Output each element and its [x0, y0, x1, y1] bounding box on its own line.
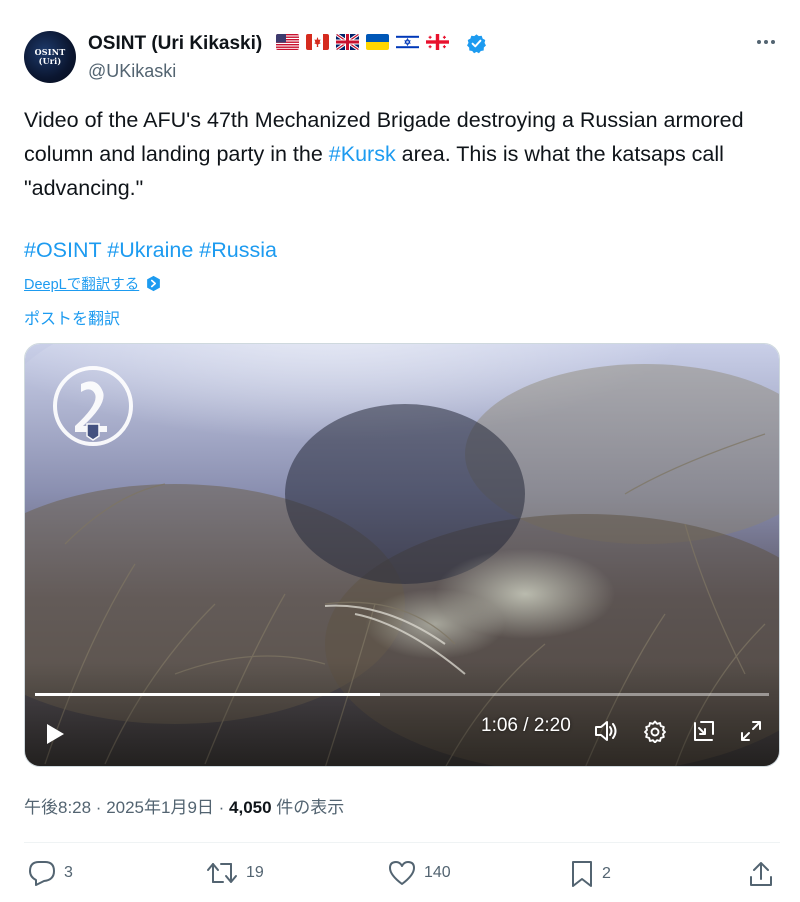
bookmark-button[interactable]: 2 — [570, 860, 611, 888]
reply-count: 3 — [64, 864, 73, 881]
hashtag-kursk-link[interactable]: #Kursk — [329, 142, 396, 166]
deepl-icon — [147, 275, 161, 292]
hashtag-list: #OSINT #Ukraine #Russia — [24, 235, 277, 265]
video-controls: 1:06 / 2:20 — [25, 691, 779, 766]
heart-icon — [389, 861, 415, 885]
hashtag-link[interactable]: #Ukraine — [107, 238, 193, 262]
avatar[interactable]: OSINT (Uri) — [24, 31, 76, 83]
repost-count: 19 — [246, 864, 264, 881]
translate-post-link[interactable]: ポストを翻訳 — [24, 305, 120, 329]
verified-badge-icon — [467, 34, 486, 54]
video-progress-bar[interactable] — [35, 693, 769, 696]
video-progress-fill — [35, 693, 380, 696]
bookmark-count: 2 — [602, 865, 611, 882]
like-button[interactable]: 140 — [388, 860, 451, 886]
reply-button[interactable]: 3 — [28, 860, 73, 886]
like-count: 140 — [424, 864, 451, 881]
deepl-translate-link[interactable]: DeepLで翻訳する — [24, 273, 162, 294]
bookmark-icon — [572, 861, 592, 887]
author-name[interactable]: OSINT (Uri Kikaski) — [88, 33, 262, 55]
reply-icon — [29, 861, 55, 886]
flag-ua-icon — [366, 34, 389, 50]
flag-il-icon — [396, 34, 419, 50]
flag-gb-icon — [336, 34, 359, 50]
hashtag-link[interactable]: #Russia — [199, 238, 277, 262]
repost-button[interactable]: 19 — [206, 860, 264, 886]
volume-icon[interactable] — [593, 719, 619, 743]
video-player[interactable]: 1:06 / 2:20 — [24, 343, 780, 767]
video-time: 1:06 / 2:20 — [481, 715, 571, 736]
view-count-suffix: 件の表示 — [271, 798, 345, 817]
post-timestamp[interactable]: 午後8:28 · 2025年1月9日 · — [24, 798, 229, 817]
divider — [24, 842, 780, 843]
flag-ge-icon — [426, 34, 449, 50]
more-options-icon[interactable] — [757, 33, 779, 51]
pop-out-icon[interactable] — [692, 719, 716, 743]
author-handle[interactable]: @UKikaski — [88, 61, 176, 82]
avatar-text: OSINT (Uri) — [34, 47, 66, 66]
deepl-translate-label: DeepLで翻訳する — [24, 277, 140, 293]
flag-ca-icon — [306, 34, 329, 50]
tweet-text: Video of the AFU's 47th Mechanized Briga… — [24, 103, 764, 205]
post-meta: 午後8:28 · 2025年1月9日 · 4,050 件の表示 — [24, 793, 344, 818]
fullscreen-icon[interactable] — [739, 719, 763, 743]
repost-icon — [207, 863, 237, 883]
author-flags — [276, 34, 449, 50]
flag-us-icon — [276, 34, 299, 50]
view-count: 4,050 — [229, 798, 272, 817]
share-icon — [750, 862, 772, 886]
settings-gear-icon[interactable] — [643, 719, 667, 743]
play-icon[interactable] — [45, 723, 65, 745]
share-button[interactable] — [748, 860, 774, 888]
hashtag-link[interactable]: #OSINT — [24, 238, 101, 262]
